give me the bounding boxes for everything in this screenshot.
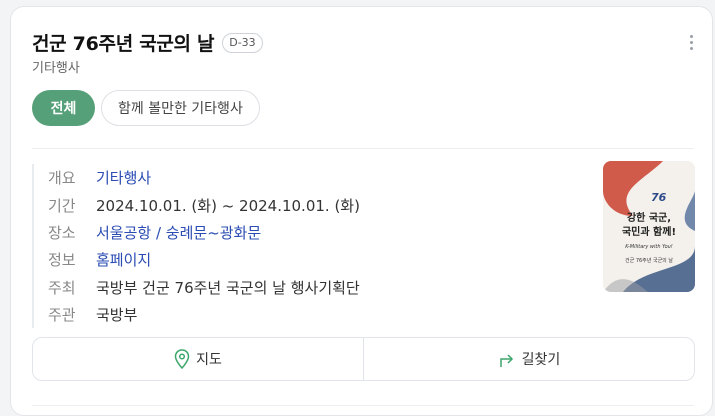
poster-line1: 강한 국군, [627, 211, 671, 224]
info-row-overview: 개요 기타행사 [48, 164, 360, 191]
info-value-organizer: 국방부 [96, 306, 138, 325]
event-poster[interactable]: 76 강한 국군, 국민과 함께! K-Military with You! 건… [603, 161, 695, 292]
directions-label: 길찾기 [521, 352, 561, 368]
poster-art: 76 강한 국군, 국민과 함께! K-Military with You! 건… [603, 161, 695, 292]
info-value-overview[interactable]: 기타행사 [96, 167, 151, 188]
map-button[interactable]: 지도 [33, 338, 363, 380]
poster-line3: K-Military with You! [625, 244, 673, 250]
more-options-icon[interactable] [690, 35, 694, 53]
dday-badge: D-33 [222, 32, 263, 53]
info-list: 개요 기타행사 기간 2024.10.01. (화) ~ 2024.10.01.… [32, 164, 360, 329]
info-label: 기간 [48, 196, 76, 215]
chip-all[interactable]: 전체 [32, 90, 95, 126]
chip-related-events[interactable]: 함께 볼만한 기타행사 [101, 90, 260, 126]
info-row-organizer: 주관 국방부 [48, 301, 360, 328]
poster-line2: 국민과 함께! [622, 225, 676, 238]
info-row-host: 주최 국방부 건군 76주년 국군의 날 행사기획단 [48, 274, 360, 301]
info-row-venue: 장소 서울공항 / 숭례문~광화문 [48, 219, 360, 246]
map-label: 지도 [196, 352, 222, 368]
info-row-homepage: 정보 홈페이지 [48, 246, 360, 273]
info-value-venue[interactable]: 서울공항 / 숭례문~광화문 [96, 222, 261, 243]
info-label: 주최 [48, 278, 76, 297]
directions-button[interactable]: 길찾기 [363, 338, 694, 380]
divider [32, 148, 694, 149]
info-label: 장소 [48, 223, 76, 242]
poster-line4: 건군 76주년 국군의 날 [625, 257, 673, 264]
title-row: 건군 76주년 국군의 날 D-33 [32, 29, 263, 56]
poster-number: 76 [651, 191, 667, 204]
info-value-period: 2024.10.01. (화) ~ 2024.10.01. (화) [96, 196, 360, 215]
info-row-period: 기간 2024.10.01. (화) ~ 2024.10.01. (화) [48, 191, 360, 218]
info-label: 개요 [48, 169, 76, 188]
info-label: 주관 [48, 306, 76, 325]
info-value-host: 국방부 건군 76주년 국군의 날 행사기획단 [96, 278, 360, 297]
filter-chips: 전체 함께 볼만한 기타행사 [32, 90, 266, 126]
info-value-homepage[interactable]: 홈페이지 [96, 249, 151, 270]
event-card: 건군 76주년 국군의 날 D-33 기타행사 전체 함께 볼만한 기타행사 개… [10, 6, 713, 416]
location-pin-icon [174, 349, 190, 369]
directions-arrow-icon [499, 354, 513, 367]
info-label: 정보 [48, 251, 76, 270]
action-bar: 지도 길찾기 [32, 337, 695, 381]
event-title[interactable]: 건군 76주년 국군의 날 [32, 29, 215, 56]
event-category: 기타행사 [32, 61, 80, 76]
